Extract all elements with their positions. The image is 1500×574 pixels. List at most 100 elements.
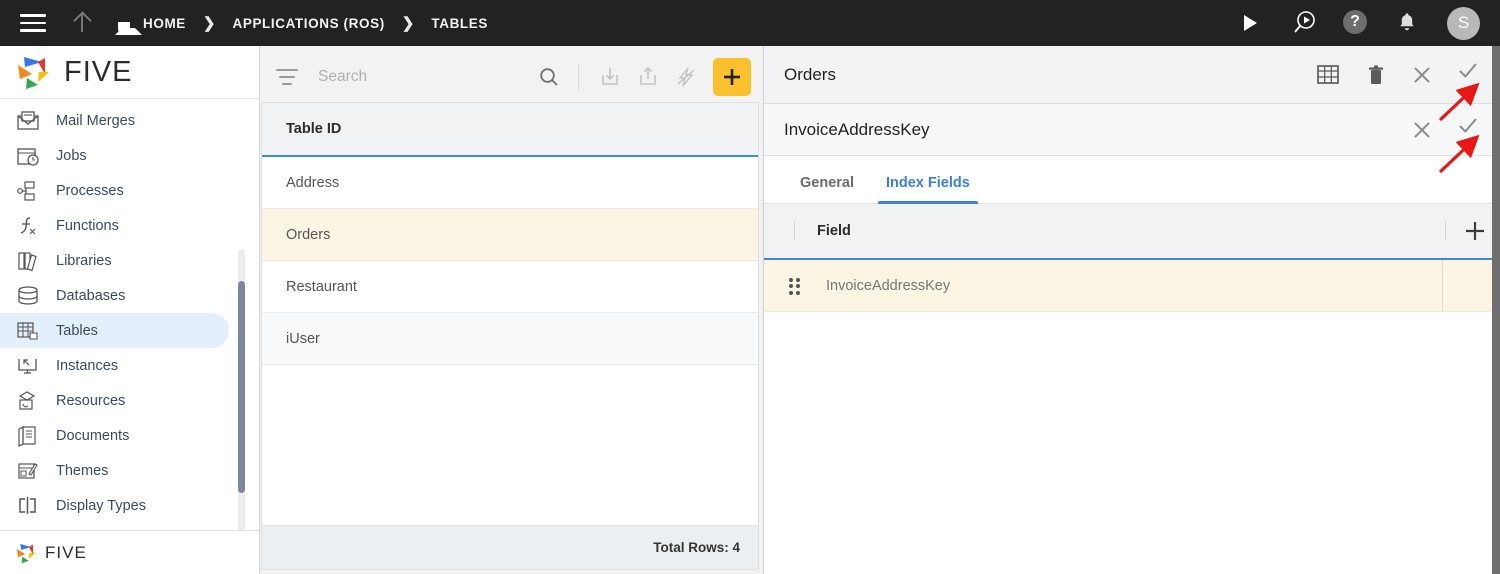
breadcrumb-item-tables[interactable]: TABLES <box>431 16 488 31</box>
import-icon[interactable] <box>595 62 625 92</box>
five-logo-mark-small <box>16 543 36 563</box>
tables-list-panel: Table ID Address Orders Restaurant iUser <box>260 46 763 574</box>
confirm-check-icon[interactable] <box>1458 120 1482 140</box>
detail-title: Orders <box>784 64 836 84</box>
field-row[interactable]: InvoiceAddressKey <box>764 260 1500 312</box>
chevron-right-icon: ❯ <box>401 15 415 32</box>
table-row-label: Orders <box>286 226 331 243</box>
lightning-icon[interactable] <box>671 62 701 92</box>
sidebar-scrollbar-thumb[interactable] <box>238 281 245 493</box>
sidebar-item-label: Documents <box>56 427 130 444</box>
search-icon[interactable] <box>534 62 564 92</box>
confirm-check-icon[interactable] <box>1458 65 1482 85</box>
sidebar-item-jobs[interactable]: Jobs <box>0 138 229 173</box>
add-record-button[interactable] <box>713 58 751 96</box>
sidebar-item-label: Instances <box>56 357 119 374</box>
notifications-bell-icon[interactable] <box>1395 10 1421 36</box>
tab-general[interactable]: General <box>784 175 870 203</box>
hamburger-menu-icon[interactable] <box>20 14 46 32</box>
sidebar-item-label: Themes <box>56 462 109 479</box>
user-avatar[interactable]: S <box>1447 6 1480 40</box>
tab-label: General <box>800 175 854 191</box>
delete-trash-icon[interactable] <box>1366 64 1386 86</box>
sidebar-item-libraries[interactable]: Libraries <box>0 243 229 278</box>
sidebar-item-processes[interactable]: Processes <box>0 173 229 208</box>
detail-subheader-actions <box>1412 120 1482 140</box>
sidebar-item-label: Mail Merges <box>56 112 135 129</box>
top-bar-actions: ? S <box>1239 6 1500 40</box>
grid-rows: Address Orders Restaurant iUser <box>262 157 758 525</box>
search-input[interactable] <box>318 68 526 86</box>
table-row[interactable]: Orders <box>262 209 758 261</box>
breadcrumb-item-home[interactable]: HOME <box>114 14 186 35</box>
toolbar-divider <box>578 64 579 90</box>
tab-label: Index Fields <box>886 175 970 191</box>
main-body: FIVE Mail Merges Jobs Processes Function… <box>0 46 1500 574</box>
tab-index-fields[interactable]: Index Fields <box>870 175 986 204</box>
search-play-icon[interactable] <box>1291 10 1317 36</box>
sidebar-footer-logo: FIVE <box>0 530 259 574</box>
sidebar-item-themes[interactable]: Themes <box>0 453 229 488</box>
processes-flow-icon <box>14 178 42 204</box>
sidebar-item-label: Tables <box>56 322 98 339</box>
sidebar-item-instances[interactable]: Instances <box>0 348 229 383</box>
sidebar-item-resources[interactable]: Resources <box>0 383 229 418</box>
sidebar: FIVE Mail Merges Jobs Processes Function… <box>0 46 260 574</box>
table-row-label: iUser <box>286 330 320 347</box>
arrow-up-icon[interactable] <box>68 9 96 37</box>
list-toolbar <box>260 52 759 102</box>
detail-tabs: General Index Fields <box>764 156 1500 204</box>
resources-box-icon <box>14 388 42 414</box>
column-divider <box>794 221 795 241</box>
detail-header: Orders <box>764 46 1500 104</box>
close-icon[interactable] <box>1412 120 1432 140</box>
field-grid-header: Field <box>764 204 1500 260</box>
sidebar-item-databases[interactable]: Databases <box>0 278 229 313</box>
field-header-actions <box>1445 220 1486 242</box>
table-row[interactable]: Restaurant <box>262 261 758 313</box>
field-row-label: InvoiceAddressKey <box>826 277 951 294</box>
sidebar-logo[interactable]: FIVE <box>0 46 259 99</box>
databases-cylinder-icon <box>14 283 42 309</box>
themes-palette-icon <box>14 458 42 484</box>
breadcrumb-label: HOME <box>143 15 186 31</box>
sidebar-item-mail-merges[interactable]: Mail Merges <box>0 103 229 138</box>
display-types-icon <box>14 493 42 519</box>
drag-handle-icon[interactable] <box>789 277 801 295</box>
table-grid-icon[interactable] <box>1316 64 1340 86</box>
sidebar-item-label: Display Types <box>56 497 146 514</box>
sidebar-item-display-types[interactable]: Display Types <box>0 488 229 523</box>
five-logo-mark <box>18 57 49 89</box>
detail-panel-scrollbar[interactable] <box>1492 46 1500 574</box>
sidebar-item-functions[interactable]: Functions <box>0 208 229 243</box>
row-column-divider <box>1442 260 1443 311</box>
sidebar-item-label: Resources <box>56 392 126 409</box>
detail-panel: Orders InvoiceAddressKey General Index F… <box>763 46 1500 574</box>
export-icon[interactable] <box>633 62 663 92</box>
field-grid-rows: InvoiceAddressKey <box>764 260 1500 574</box>
grid-column-header[interactable]: Table ID <box>262 102 758 157</box>
detail-header-actions <box>1316 64 1482 86</box>
detail-subheader: InvoiceAddressKey <box>764 104 1500 156</box>
add-field-button[interactable] <box>1464 220 1486 242</box>
jobs-calendar-icon <box>14 143 42 169</box>
table-row[interactable]: iUser <box>262 313 758 365</box>
detail-subtitle: InvoiceAddressKey <box>784 119 930 139</box>
functions-fx-icon <box>14 213 42 239</box>
filter-icon[interactable] <box>276 69 298 85</box>
table-row[interactable]: Address <box>262 157 758 209</box>
sidebar-nav: Mail Merges Jobs Processes Functions Lib… <box>0 99 259 530</box>
run-icon[interactable] <box>1239 10 1265 36</box>
sidebar-item-label: Jobs <box>56 147 87 164</box>
help-icon[interactable]: ? <box>1343 10 1369 36</box>
sidebar-item-documents[interactable]: Documents <box>0 418 229 453</box>
sidebar-item-label: Databases <box>56 287 126 304</box>
sidebar-logo-text: FIVE <box>64 55 133 88</box>
breadcrumb-item-applications[interactable]: APPLICATIONS (ROS) <box>232 16 384 31</box>
sidebar-item-tables[interactable]: Tables <box>0 313 229 348</box>
close-icon[interactable] <box>1412 65 1432 85</box>
table-row-label: Address <box>286 174 340 191</box>
chevron-right-icon: ❯ <box>202 15 216 32</box>
home-icon <box>114 14 142 35</box>
breadcrumb: HOME ❯ APPLICATIONS (ROS) ❯ TABLES <box>114 14 488 35</box>
